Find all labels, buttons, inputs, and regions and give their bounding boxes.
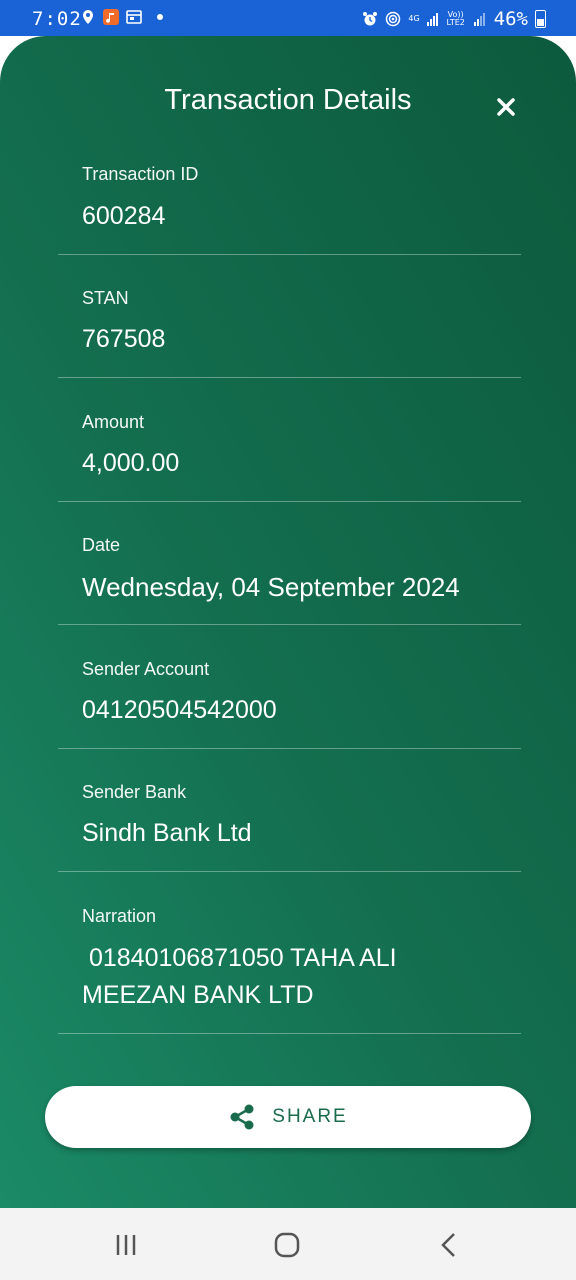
sheet-title: Transaction Details xyxy=(164,84,412,116)
notification-icons xyxy=(80,9,163,25)
field-label: Narration xyxy=(82,906,157,926)
system-icons: 4G Vo)) LTE2 46% xyxy=(362,8,546,30)
alarm-icon xyxy=(363,12,378,26)
close-icon xyxy=(497,98,515,116)
network-type: 4G xyxy=(408,14,420,23)
navigation-bar xyxy=(0,1208,576,1280)
status-time: 7:02 xyxy=(32,8,82,30)
field-transaction-id: Transaction ID 600284 xyxy=(58,154,521,255)
field-value: 4,000.00 xyxy=(82,449,180,477)
field-narration: Narration 01840106871050 TAHA ALI MEEZAN… xyxy=(58,896,521,1034)
recents-button[interactable] xyxy=(111,1230,141,1260)
music-app-icon xyxy=(103,9,119,25)
field-label: STAN xyxy=(82,288,129,308)
share-icon xyxy=(230,1104,254,1130)
home-button[interactable] xyxy=(272,1230,302,1260)
home-icon xyxy=(274,1232,300,1258)
status-bar: 7:02 4G Vo)) LTE2 46% xyxy=(0,0,576,36)
signal-icon xyxy=(426,12,438,26)
back-button[interactable] xyxy=(434,1230,464,1260)
field-label: Transaction ID xyxy=(82,164,199,184)
field-sender-bank: Sender Bank Sindh Bank Ltd xyxy=(58,772,521,872)
recents-icon xyxy=(116,1235,136,1255)
field-value: Wednesday, 04 September 2024 xyxy=(82,572,460,602)
field-sender-account: Sender Account 04120504542000 xyxy=(58,649,521,749)
location-pin-icon xyxy=(83,10,93,24)
volte-label: Vo)) LTE2 xyxy=(446,10,465,27)
field-amount: Amount 4,000.00 xyxy=(58,402,521,502)
field-label: Date xyxy=(82,535,121,555)
field-label: Sender Account xyxy=(82,659,210,679)
battery-icon xyxy=(535,10,546,28)
field-value: Sindh Bank Ltd xyxy=(82,819,252,847)
field-date: Date Wednesday, 04 September 2024 xyxy=(58,525,521,625)
battery-percent: 46% xyxy=(493,8,528,30)
field-label: Amount xyxy=(82,412,145,432)
back-icon xyxy=(441,1233,455,1257)
field-label: Sender Bank xyxy=(82,782,187,802)
field-value: 04120504542000 xyxy=(82,696,277,724)
signal-icon-2 xyxy=(473,12,485,26)
field-value: 600284 xyxy=(82,202,166,230)
more-notifications-dot xyxy=(157,14,163,20)
share-label: SHARE xyxy=(272,1106,348,1127)
transaction-details-sheet: Transaction Details Transaction ID 60028… xyxy=(0,36,576,1208)
field-stan: STAN 767508 xyxy=(58,278,521,378)
hotspot-icon xyxy=(386,11,401,27)
field-value: 01840106871050 TAHA ALI MEEZAN BANK LTD xyxy=(82,944,404,1009)
close-button[interactable] xyxy=(492,93,520,121)
field-value: 767508 xyxy=(82,325,166,353)
calendar-app-icon xyxy=(126,10,142,24)
share-button[interactable]: SHARE xyxy=(45,1086,531,1148)
